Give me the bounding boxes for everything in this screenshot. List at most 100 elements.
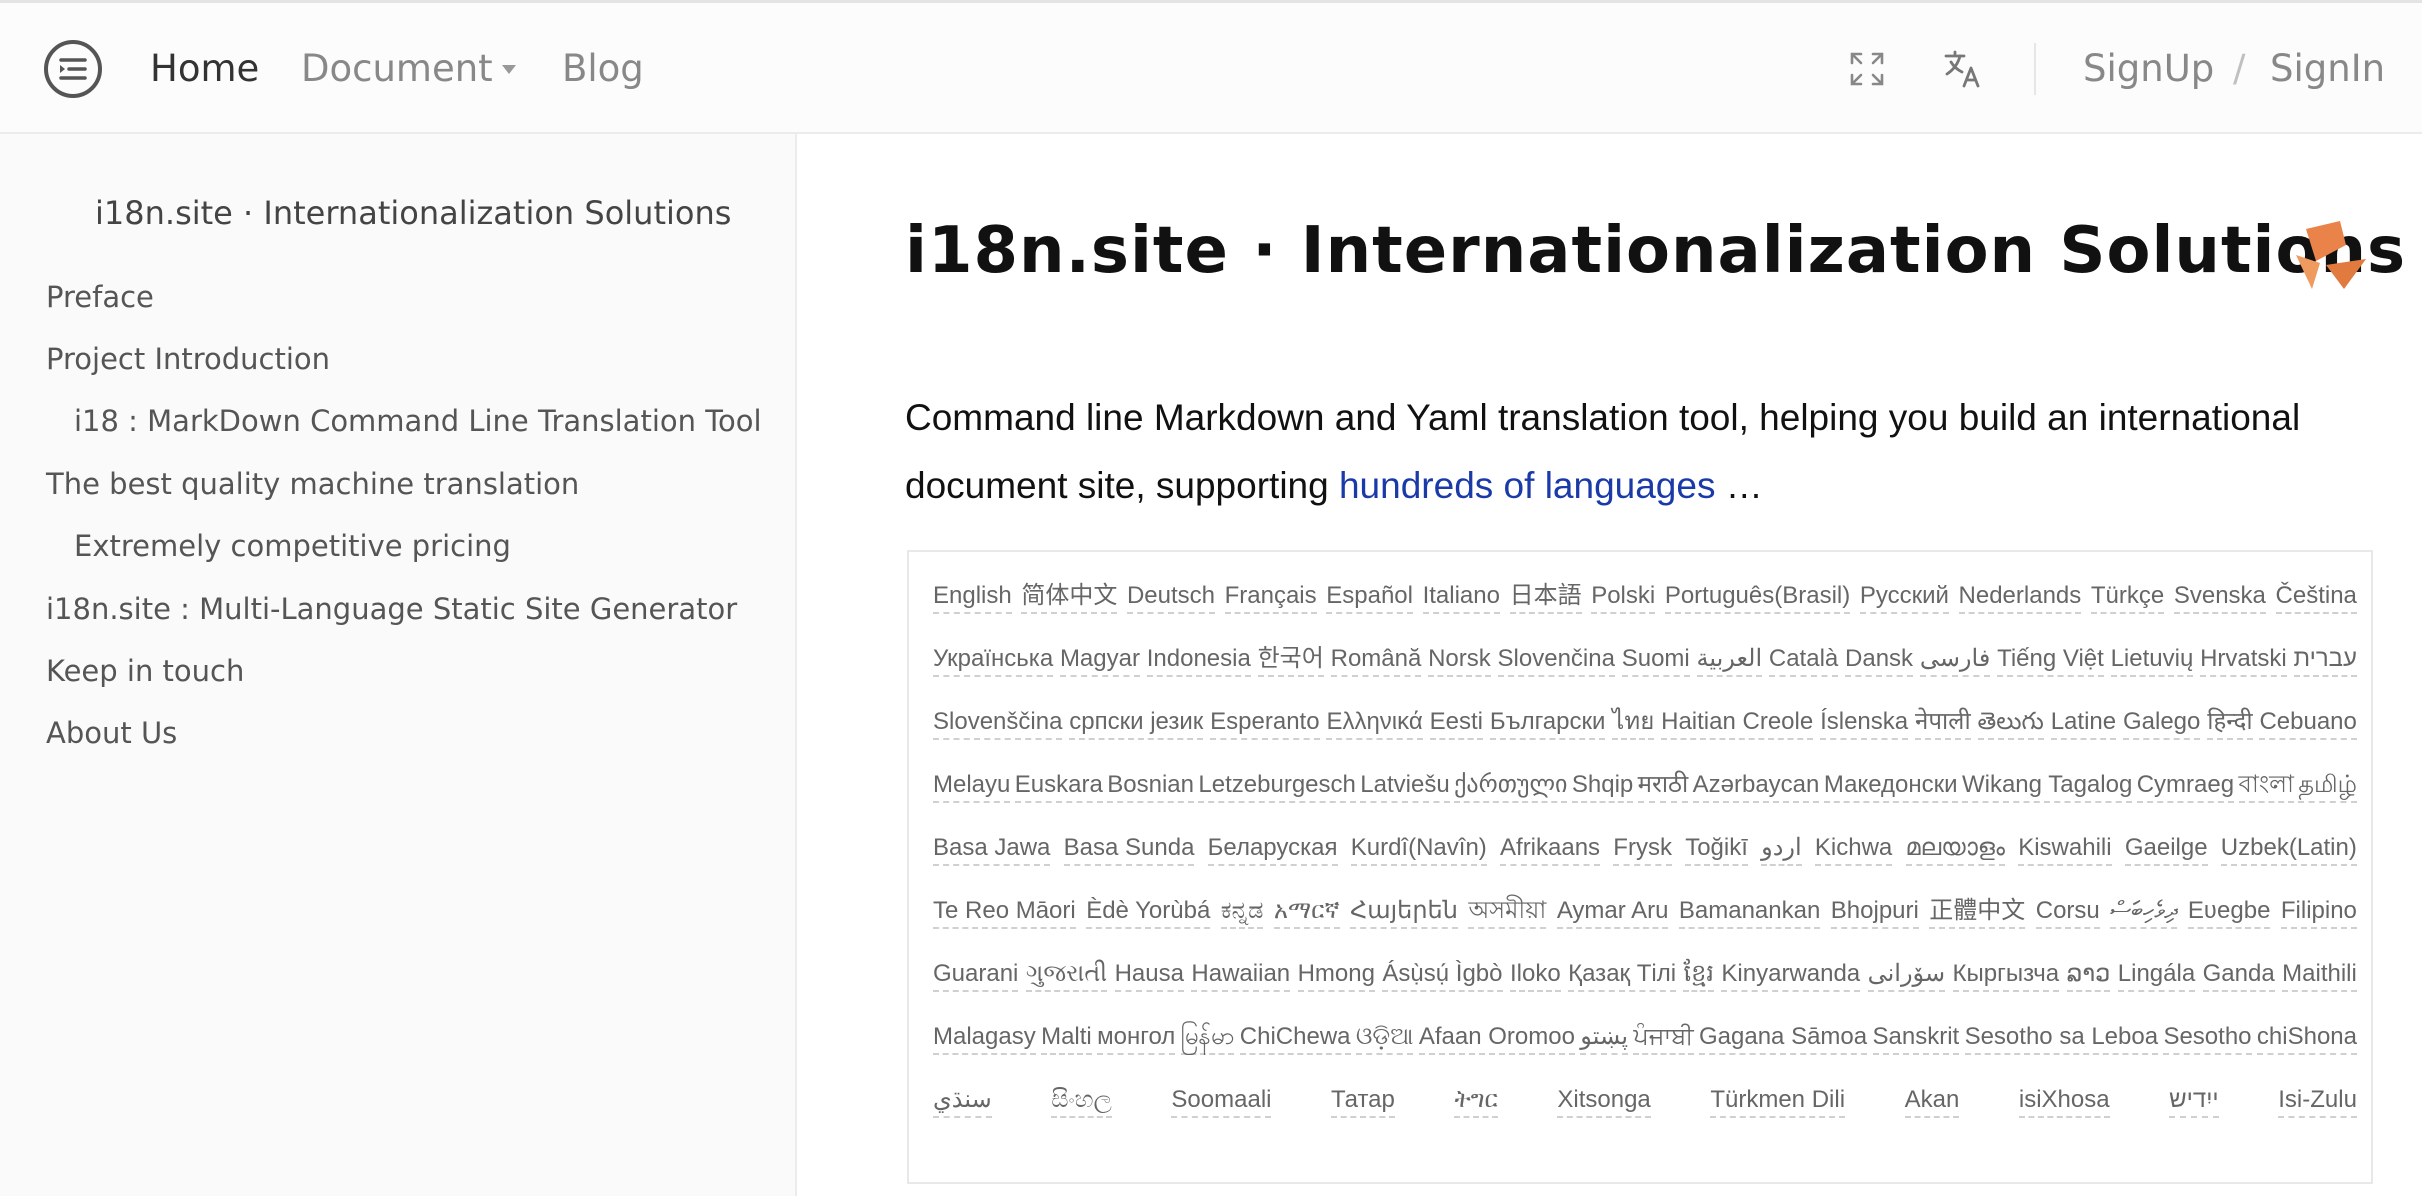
language-link[interactable]: Xitsonga (1557, 1084, 1651, 1118)
language-link[interactable]: Malagasy (933, 1021, 1036, 1055)
language-link[interactable]: Bamanankan (1678, 895, 1821, 929)
language-link[interactable]: Aymar Aru (1556, 895, 1669, 929)
language-link[interactable]: Hausa (1114, 958, 1184, 992)
language-link[interactable]: Cymraeg (2136, 769, 2235, 803)
language-link[interactable]: Hrvatski (2200, 643, 2287, 677)
language-link[interactable]: አማርኛ (1273, 895, 1340, 929)
language-link[interactable]: Latine (2050, 706, 2117, 740)
language-link[interactable]: தமிழ் (2298, 769, 2357, 803)
language-link[interactable]: سۆرانی (1867, 958, 1946, 992)
language-link[interactable]: Slovenščina (933, 706, 1063, 740)
language-link[interactable]: ລາວ (2066, 958, 2111, 992)
language-link[interactable]: অসমীয়া (1468, 895, 1547, 929)
language-link[interactable]: Galego (2122, 706, 2201, 740)
language-link[interactable]: chiShona (2256, 1021, 2357, 1055)
language-link[interactable]: Hmong (1297, 958, 1375, 992)
sidebar-item-competitive-pricing[interactable]: Extremely competitive pricing (74, 529, 511, 563)
language-link[interactable]: ދިވެހިބަސް (2110, 895, 2178, 929)
language-link[interactable]: العربية (1696, 643, 1763, 677)
language-link[interactable]: Svenska (2173, 580, 2266, 614)
language-link[interactable]: Kiswahili (2018, 832, 2112, 866)
language-link[interactable]: नेपाली (1915, 706, 1971, 740)
language-link[interactable]: Slovenčina (1497, 643, 1615, 677)
signin-link[interactable]: SignIn (2270, 43, 2385, 95)
language-link[interactable]: Uzbek(Latin) (2220, 832, 2357, 866)
language-link[interactable]: Iloko (1509, 958, 1561, 992)
sidebar-title[interactable]: i18n.site · Internationalization Solutio… (95, 194, 731, 232)
sidebar-item-preface[interactable]: Preface (46, 280, 154, 314)
language-link[interactable]: Toğikī (1685, 832, 1748, 866)
language-link[interactable]: 正體中文 (1929, 895, 2026, 929)
language-link[interactable]: ខ្មែរ (1683, 958, 1714, 992)
language-link[interactable]: Lingála (2117, 958, 2196, 992)
language-link[interactable]: Lietuvių (2110, 643, 2194, 677)
language-link[interactable]: Татар (1331, 1084, 1395, 1118)
language-link[interactable]: Sesotho sa Leboa (1964, 1021, 2159, 1055)
language-link[interactable]: Dansk (1845, 643, 1914, 677)
language-link[interactable]: Filipino (2280, 895, 2357, 929)
language-link[interactable]: Ελληνικά (1326, 706, 1423, 740)
language-link[interactable]: Azərbaycan (1692, 769, 1820, 803)
language-link[interactable]: Português(Brasil) (1664, 580, 1851, 614)
language-link[interactable]: Türkmen Dili (1710, 1084, 1846, 1118)
language-link[interactable]: Haitian Creole (1661, 706, 1814, 740)
language-link[interactable]: Čeština (2275, 580, 2357, 614)
language-link[interactable]: Indonesia (1146, 643, 1251, 677)
language-link[interactable]: Íslenska (1820, 706, 1909, 740)
language-link[interactable]: Türkçe (2090, 580, 2165, 614)
language-link[interactable]: Eesti (1429, 706, 1483, 740)
language-link[interactable]: Català (1768, 643, 1839, 677)
sidebar-item-static-site-generator[interactable]: i18n.site : Multi-Language Static Site G… (46, 592, 737, 626)
language-link[interactable]: Български (1489, 706, 1606, 740)
language-link[interactable]: 简体中文 (1021, 580, 1118, 614)
language-link[interactable]: Afaan Oromoo (1418, 1021, 1575, 1055)
language-link[interactable]: Ganda (2202, 958, 2275, 992)
language-link[interactable]: ગુજરાતી (1025, 958, 1108, 992)
language-link[interactable]: Українська (933, 643, 1054, 677)
sidebar-item-about-us[interactable]: About Us (46, 716, 177, 750)
language-link[interactable]: Italiano (1422, 580, 1500, 614)
language-link[interactable]: ไทย (1612, 706, 1655, 740)
language-link[interactable]: Esperanto (1210, 706, 1320, 740)
language-link[interactable]: Letzeburgesch (1198, 769, 1356, 803)
language-link[interactable]: ქართული (1454, 769, 1568, 803)
language-link[interactable]: Afrikaans (1500, 832, 1601, 866)
language-link[interactable]: سنڌي (933, 1084, 992, 1118)
language-link[interactable]: Кыргызча (1952, 958, 2060, 992)
language-link[interactable]: Русский (1859, 580, 1949, 614)
translate-icon[interactable] (1941, 47, 1985, 91)
language-link[interactable]: монгол (1097, 1021, 1176, 1055)
language-link[interactable]: Kichwa (1814, 832, 1893, 866)
language-link[interactable]: Wikang Tagalog (1961, 769, 2133, 803)
language-link[interactable]: မြန်မာ (1180, 1021, 1235, 1055)
language-link[interactable]: Latviešu (1360, 769, 1450, 803)
caret-down-icon[interactable] (502, 65, 516, 74)
language-link[interactable]: Malti (1041, 1021, 1092, 1055)
language-link[interactable]: Gagana Sāmoa (1699, 1021, 1868, 1055)
language-link[interactable]: Беларуская (1207, 832, 1338, 866)
language-link[interactable]: Eʋegbe (2187, 895, 2271, 929)
language-link[interactable]: Maithili (2282, 958, 2357, 992)
language-link[interactable]: Français (1224, 580, 1317, 614)
nav-document-menu[interactable]: Document (301, 43, 493, 95)
language-link[interactable]: Ásụ̀sụ́ Ìgbò (1382, 958, 1503, 992)
language-link[interactable]: हिन्दी (2207, 706, 2253, 740)
hundreds-of-languages-link[interactable]: hundreds of languages (1339, 465, 1715, 506)
language-link[interactable]: Shqip (1571, 769, 1634, 803)
language-link[interactable]: Español (1326, 580, 1413, 614)
language-link[interactable]: isiXhosa (2018, 1084, 2110, 1118)
language-link[interactable]: Nederlands (1958, 580, 2082, 614)
language-link[interactable]: Te Reo Māori (933, 895, 1076, 929)
language-link[interactable]: 日本語 (1509, 580, 1582, 614)
sidebar-toggle-icon[interactable] (44, 40, 102, 98)
language-link[interactable]: Guarani (933, 958, 1019, 992)
language-link[interactable]: Қазақ Тілі (1568, 958, 1677, 992)
language-link[interactable]: ChiChewa (1239, 1021, 1351, 1055)
language-link[interactable]: Sesotho (2163, 1021, 2252, 1055)
language-link[interactable]: Bhojpuri (1830, 895, 1919, 929)
language-link[interactable]: Bosnian (1107, 769, 1194, 803)
language-link[interactable]: ייִדיש (2169, 1084, 2219, 1118)
language-link[interactable]: Isi-Zulu (2278, 1084, 2357, 1118)
language-link[interactable]: Deutsch (1126, 580, 1215, 614)
sidebar-item-project-introduction[interactable]: Project Introduction (46, 342, 330, 376)
